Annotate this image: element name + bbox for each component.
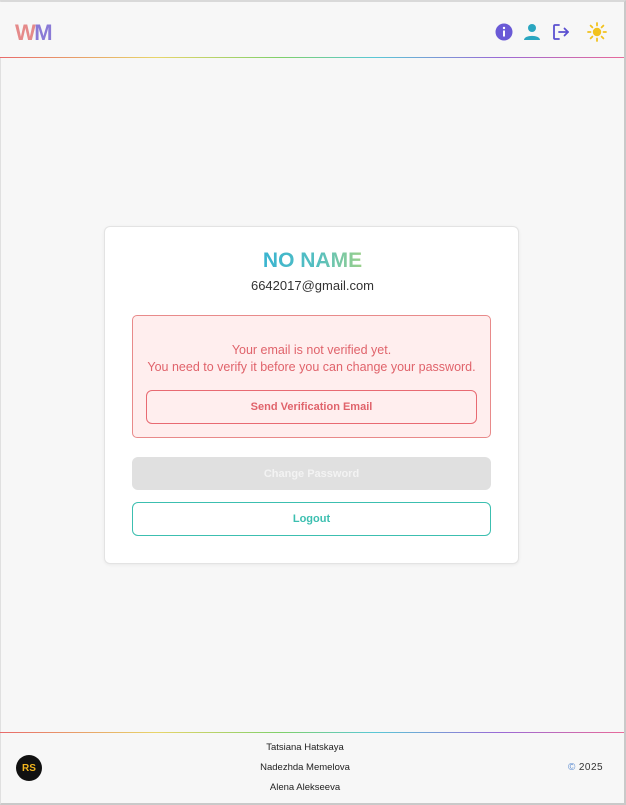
logout-icon[interactable]	[551, 22, 571, 42]
copyright-year: 2025	[578, 762, 604, 773]
footer-divider	[0, 732, 624, 733]
logout-button[interactable]: Logout	[132, 502, 491, 536]
copyright-symbol: ©	[568, 762, 576, 773]
alert-message-line-1: Your email is not verified yet.	[231, 343, 392, 357]
profile-card: NO NAME 6642017@gmail.com Your email is …	[104, 226, 519, 564]
sun-icon[interactable]	[587, 22, 607, 42]
profile-name: NO NAME	[262, 249, 363, 272]
author-link[interactable]: Tatsiana Hatskaya	[205, 742, 405, 753]
rs-school-logo[interactable]: RS	[16, 755, 42, 781]
logo-letter-m: M	[34, 20, 52, 45]
top-header: WM	[0, 2, 624, 57]
send-verification-email-button[interactable]: Send Verification Email	[146, 390, 477, 424]
change-password-button[interactable]: Change Password	[132, 457, 491, 490]
email-not-verified-alert: Your email is not verified yet. You need…	[132, 315, 491, 438]
logo-letter-w: W	[15, 20, 36, 45]
profile-email: 6642017@gmail.com	[250, 278, 375, 293]
copyright: © 2025	[568, 762, 603, 773]
author-link[interactable]: Nadezhda Memelova	[205, 762, 405, 773]
app-logo[interactable]: WM	[15, 20, 53, 46]
user-icon[interactable]	[522, 22, 542, 42]
info-icon[interactable]	[494, 22, 514, 42]
header-divider	[0, 57, 624, 58]
author-link[interactable]: Alena Alekseeva	[205, 782, 405, 793]
alert-message-line-2: You need to verify it before you can cha…	[147, 360, 476, 374]
